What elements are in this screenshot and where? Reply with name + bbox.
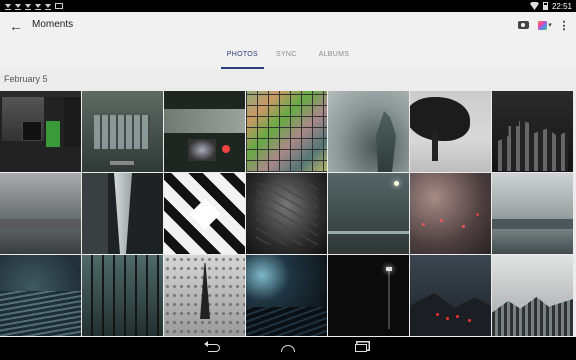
photo-thumbnail[interactable] (246, 173, 327, 254)
app-bar: ← Moments ▾ ⋮ PHOTOS SYNC ALBUMS (0, 12, 576, 69)
nav-back-button[interactable] (204, 341, 224, 355)
clock: 22:51 (551, 1, 572, 11)
more-options-button[interactable]: ⋮ (558, 17, 570, 33)
status-bar: 22:51 (0, 0, 576, 12)
download-icon (24, 2, 31, 11)
back-nav-icon (204, 341, 220, 352)
photo-thumbnail[interactable] (164, 255, 245, 336)
tab-sync[interactable]: SYNC (270, 47, 303, 69)
download-icon (34, 2, 41, 11)
home-nav-icon (281, 344, 295, 352)
color-picker-icon (538, 20, 548, 30)
photo-gallery: February 5 (0, 69, 576, 337)
photo-thumbnail[interactable] (164, 173, 245, 254)
photo-thumbnail[interactable] (82, 173, 163, 254)
arrow-left-icon: ← (9, 18, 23, 34)
image-icon (55, 3, 63, 9)
download-icon (14, 2, 21, 11)
photo-thumbnail[interactable] (410, 255, 491, 336)
photo-thumbnail[interactable] (410, 173, 491, 254)
photo-thumbnail[interactable] (410, 91, 491, 172)
tab-photos[interactable]: PHOTOS (220, 47, 265, 69)
download-icon (4, 2, 11, 11)
photo-thumbnail[interactable] (82, 255, 163, 336)
photo-thumbnail[interactable] (0, 173, 81, 254)
tab-albums[interactable]: ALBUMS (313, 47, 356, 69)
back-button[interactable]: ← (6, 17, 26, 35)
photo-thumbnail[interactable] (328, 255, 409, 336)
system-tray: 22:51 (529, 1, 576, 11)
photo-thumbnail[interactable] (246, 91, 327, 172)
date-header: February 5 (4, 74, 48, 84)
download-icon (44, 2, 51, 11)
photo-thumbnail[interactable] (492, 173, 573, 254)
photo-thumbnail[interactable] (246, 255, 327, 336)
photo-thumbnail[interactable] (328, 91, 409, 172)
page-title: Moments (32, 19, 74, 30)
color-picker-button[interactable]: ▾ (534, 17, 556, 33)
photo-thumbnail[interactable] (0, 91, 81, 172)
tab-bar: PHOTOS SYNC ALBUMS (0, 47, 576, 69)
photo-thumbnail[interactable] (328, 173, 409, 254)
photo-thumbnail[interactable] (164, 91, 245, 172)
photo-thumbnail[interactable] (0, 255, 81, 336)
more-vert-icon: ⋮ (558, 19, 570, 32)
nav-home-button[interactable] (278, 341, 298, 355)
notification-area (0, 2, 63, 11)
battery-icon (542, 2, 548, 10)
caret-down-icon: ▾ (548, 22, 552, 29)
recents-nav-icon (355, 344, 367, 352)
photo-thumbnail[interactable] (82, 91, 163, 172)
camera-button[interactable] (516, 17, 530, 33)
camera-icon (517, 21, 529, 29)
photo-thumbnail[interactable] (492, 255, 573, 336)
nav-recents-button[interactable] (351, 341, 371, 355)
system-nav-bar (0, 337, 576, 360)
wifi-icon (529, 2, 539, 10)
photo-thumbnail[interactable] (492, 91, 573, 172)
photo-grid (0, 91, 576, 336)
